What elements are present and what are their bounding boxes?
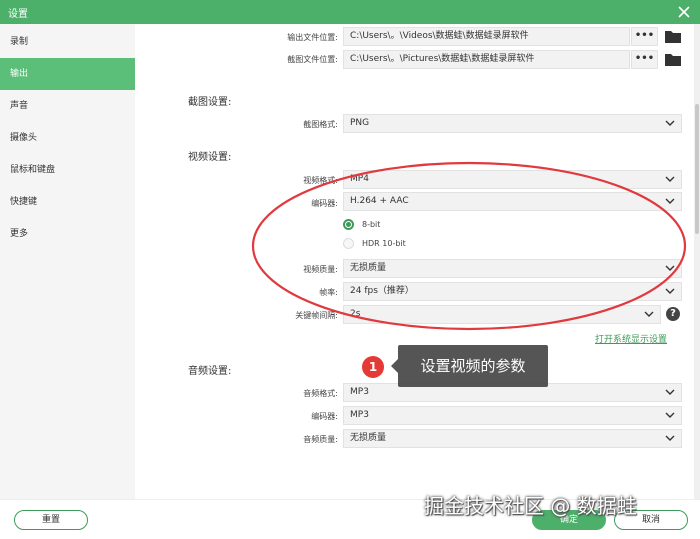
sidebar-item-camera[interactable]: 摄像头 (0, 122, 135, 154)
audio-section-title: 音频设置: (188, 366, 232, 377)
screenshot-location-label: 截图文件位置: (287, 55, 338, 64)
folder-icon[interactable] (665, 30, 681, 43)
chevron-down-icon (665, 435, 675, 441)
open-display-settings-link[interactable]: 打开系统显示设置 (595, 332, 667, 345)
audio-format-value: MP3 (350, 387, 369, 397)
screenshot-format-select[interactable]: PNG (343, 114, 682, 133)
title-bar: 设置 (0, 0, 700, 24)
audio-encoder-select[interactable]: MP3 (343, 406, 682, 425)
audio-quality-value: 无损质量 (350, 433, 387, 443)
audio-encoder-label: 编码器: (311, 412, 338, 421)
step-badge: 1 (362, 356, 384, 378)
audio-quality-select[interactable]: 无损质量 (343, 429, 682, 448)
sidebar-item-mouse-keyboard[interactable]: 鼠标和键盘 (0, 154, 135, 186)
scrollbar[interactable] (694, 24, 700, 499)
screenshot-format-value: PNG (350, 118, 370, 128)
highlight-ellipse (251, 161, 687, 331)
sidebar-item-sound[interactable]: 声音 (0, 90, 135, 122)
audio-format-label: 音频格式: (303, 389, 338, 398)
folder-icon[interactable] (665, 53, 681, 66)
sidebar-item-hotkeys[interactable]: 快捷键 (0, 186, 135, 218)
screenshot-browse-button[interactable]: ••• (631, 50, 658, 69)
screenshot-location-field[interactable]: C:\Users\。\Pictures\数据蛙\数据蛙录屏软件 (343, 50, 630, 69)
chevron-down-icon (665, 120, 675, 126)
sidebar-item-more[interactable]: 更多 (0, 218, 135, 250)
chevron-down-icon (665, 412, 675, 418)
scrollbar-thumb[interactable] (695, 104, 699, 234)
output-browse-button[interactable]: ••• (631, 27, 658, 46)
sidebar: 录制 输出 声音 摄像头 鼠标和键盘 快捷键 更多 (0, 24, 135, 499)
audio-encoder-value: MP3 (350, 410, 369, 420)
annotation-tooltip: 设置视频的参数 (391, 345, 548, 387)
chevron-down-icon (665, 389, 675, 395)
audio-quality-label: 音频质量: (303, 435, 338, 444)
reset-button[interactable]: 重置 (14, 510, 88, 530)
watermark-text: 掘金技术社区 @ 数据蛙 (424, 494, 637, 518)
screenshot-format-label: 截图格式: (303, 120, 338, 129)
output-location-label: 输出文件位置: (287, 33, 338, 42)
window-title: 设置 (8, 9, 28, 20)
video-section-title: 视频设置: (188, 152, 232, 163)
sidebar-item-output[interactable]: 输出 (0, 58, 135, 90)
screenshot-section-title: 截图设置: (188, 97, 232, 108)
sidebar-item-record[interactable]: 录制 (0, 26, 135, 58)
close-icon[interactable] (674, 2, 694, 22)
output-location-field[interactable]: C:\Users\。\Videos\数据蛙\数据蛙录屏软件 (343, 27, 630, 46)
